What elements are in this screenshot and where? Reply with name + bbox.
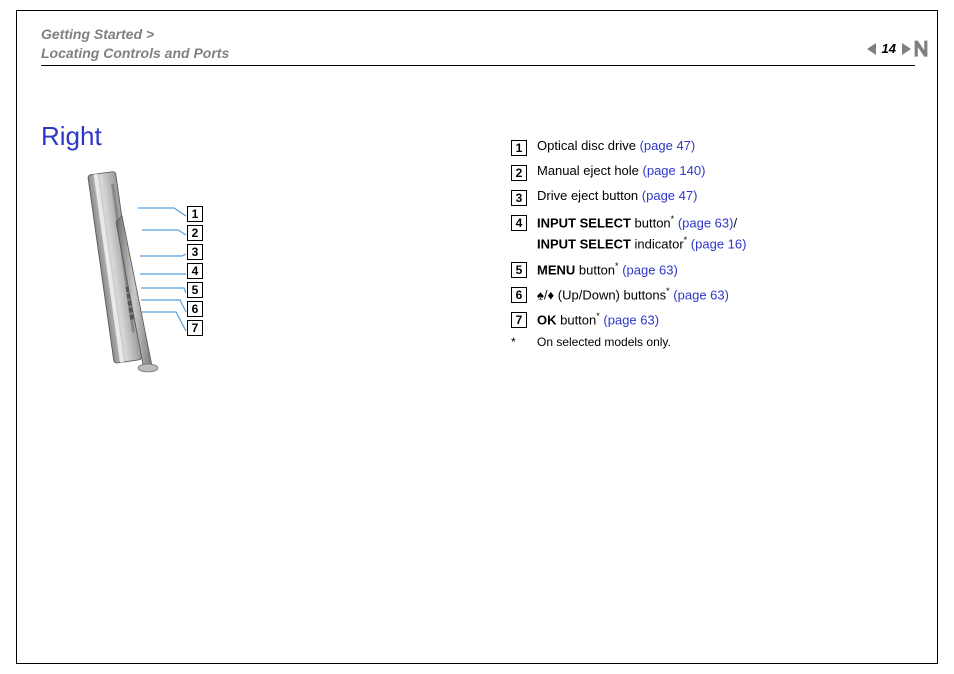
legend-text-6: ♠/♦ (Up/Down) buttons <box>537 287 666 302</box>
legend-link-1[interactable]: (page 47) <box>640 138 696 153</box>
legend-after-5: button <box>575 262 615 277</box>
legend-row-7: 7 OK button* (page 63) <box>511 311 746 328</box>
legend-row-4: 4 INPUT SELECT button* (page 63)/ INPUT … <box>511 214 746 253</box>
legend: 1 Optical disc drive (page 47) 2 Manual … <box>511 139 746 350</box>
legend-num-3: 3 <box>511 190 527 206</box>
legend-link-4b[interactable]: (page 16) <box>691 237 747 252</box>
legend-after-7: button <box>557 312 597 327</box>
brand-arrow-icon <box>913 39 929 58</box>
legend-link-3[interactable]: (page 47) <box>642 188 698 203</box>
legend-bold-4b: INPUT SELECT <box>537 237 631 252</box>
legend-text-3: Drive eject button <box>537 188 642 203</box>
header-rule <box>41 65 915 66</box>
callout-2: 2 <box>187 225 203 241</box>
breadcrumb-line2: Locating Controls and Ports <box>41 45 229 61</box>
legend-slash-4: / <box>733 215 737 230</box>
section-title: Right <box>41 121 102 152</box>
page-number: 14 <box>882 41 896 56</box>
callout-7: 7 <box>187 320 203 336</box>
legend-num-2: 2 <box>511 165 527 181</box>
footnote-text: On selected models only. <box>537 336 671 350</box>
footnote: * On selected models only. <box>511 336 746 350</box>
legend-sup-5: * <box>615 261 619 271</box>
legend-num-5: 5 <box>511 262 527 278</box>
legend-sup-4b: * <box>684 235 688 245</box>
diagram-callouts: 1 2 3 4 5 6 7 <box>187 206 203 339</box>
legend-link-2[interactable]: (page 140) <box>643 163 706 178</box>
legend-after-4a: button <box>631 215 671 230</box>
callout-6: 6 <box>187 301 203 317</box>
callout-1: 1 <box>187 206 203 222</box>
legend-num-7: 7 <box>511 312 527 328</box>
legend-sup-7: * <box>596 311 600 321</box>
footnote-star: * <box>511 336 537 350</box>
legend-text-2: Manual eject hole <box>537 163 643 178</box>
callout-5: 5 <box>187 282 203 298</box>
legend-link-5[interactable]: (page 63) <box>622 262 678 277</box>
legend-row-6: 6 ♠/♦ (Up/Down) buttons* (page 63) <box>511 286 746 303</box>
legend-num-6: 6 <box>511 287 527 303</box>
page-frame: Getting Started > Locating Controls and … <box>16 10 938 664</box>
breadcrumb: Getting Started > Locating Controls and … <box>41 25 229 63</box>
legend-bold-7: OK <box>537 312 557 327</box>
callout-4: 4 <box>187 263 203 279</box>
legend-row-5: 5 MENU button* (page 63) <box>511 261 746 278</box>
legend-after-4b: indicator <box>631 237 684 252</box>
legend-bold-5: MENU <box>537 262 575 277</box>
legend-row-1: 1 Optical disc drive (page 47) <box>511 139 746 156</box>
next-page-icon[interactable] <box>902 43 911 55</box>
prev-page-icon[interactable] <box>867 43 876 55</box>
legend-row-2: 2 Manual eject hole (page 140) <box>511 164 746 181</box>
legend-num-4: 4 <box>511 215 527 231</box>
legend-num-1: 1 <box>511 140 527 156</box>
legend-sup-4a: * <box>671 214 675 224</box>
legend-link-7[interactable]: (page 63) <box>603 312 659 327</box>
page-number-nav: 14 <box>867 41 911 56</box>
callout-3: 3 <box>187 244 203 260</box>
legend-bold-4a: INPUT SELECT <box>537 215 631 230</box>
legend-row-3: 3 Drive eject button (page 47) <box>511 189 746 206</box>
legend-sup-6: * <box>666 286 670 296</box>
legend-text-1: Optical disc drive <box>537 138 640 153</box>
legend-link-4a[interactable]: (page 63) <box>678 215 734 230</box>
breadcrumb-line1: Getting Started > <box>41 26 154 42</box>
device-diagram <box>78 166 238 386</box>
legend-link-6[interactable]: (page 63) <box>673 287 729 302</box>
